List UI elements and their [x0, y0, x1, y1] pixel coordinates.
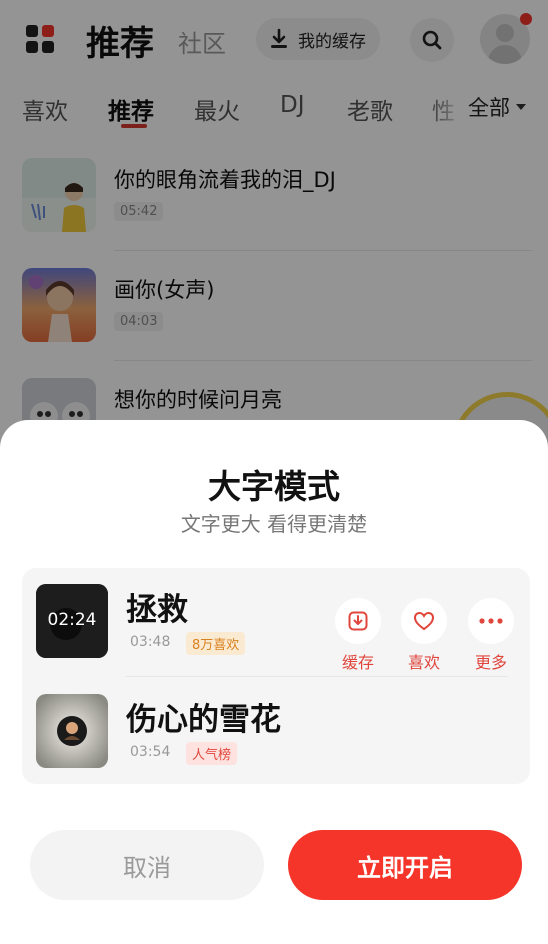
preview-cover-time: 02:24 [47, 610, 97, 630]
preview-song-duration: 03:48 [130, 634, 171, 650]
more-icon [479, 618, 503, 624]
preview-song-row: 02:24 拯救 03:48 8万喜欢 缓存 喜欢 更多 [36, 584, 516, 672]
heart-icon [413, 611, 435, 631]
large-font-mode-sheet: 大字模式 文字更大 看得更清楚 02:24 拯救 03:48 8万喜欢 缓存 喜… [0, 420, 548, 944]
cache-action-label: 缓存 [341, 653, 374, 672]
preview-song-title: 拯救 [126, 592, 188, 628]
preview-like-action: 喜欢 [399, 598, 449, 673]
sheet-subtitle: 文字更大 看得更清楚 [180, 512, 368, 536]
preview-more-action: 更多 [466, 598, 516, 673]
enable-now-button[interactable]: 立即开启 [288, 830, 522, 900]
likes-badge: 8万喜欢 [186, 632, 246, 655]
preview-cover: 02:24 [36, 584, 108, 658]
large-font-preview: 02:24 拯救 03:48 8万喜欢 缓存 喜欢 更多 伤心的雪花 03:54… [22, 568, 530, 784]
popularity-badge: 人气榜 [186, 742, 238, 765]
cancel-button[interactable]: 取消 [30, 830, 264, 900]
preview-song-title: 伤心的雪花 [126, 702, 281, 738]
divider [126, 676, 508, 677]
preview-cache-action: 缓存 [333, 598, 383, 673]
preview-song-row: 伤心的雪花 03:54 人气榜 [36, 694, 516, 768]
more-action-label: 更多 [474, 653, 507, 672]
download-icon [348, 611, 368, 631]
preview-song-duration: 03:54 [130, 744, 171, 760]
like-action-label: 喜欢 [407, 653, 440, 672]
preview-cover [36, 694, 108, 768]
sheet-title: 大字模式 [208, 467, 340, 506]
